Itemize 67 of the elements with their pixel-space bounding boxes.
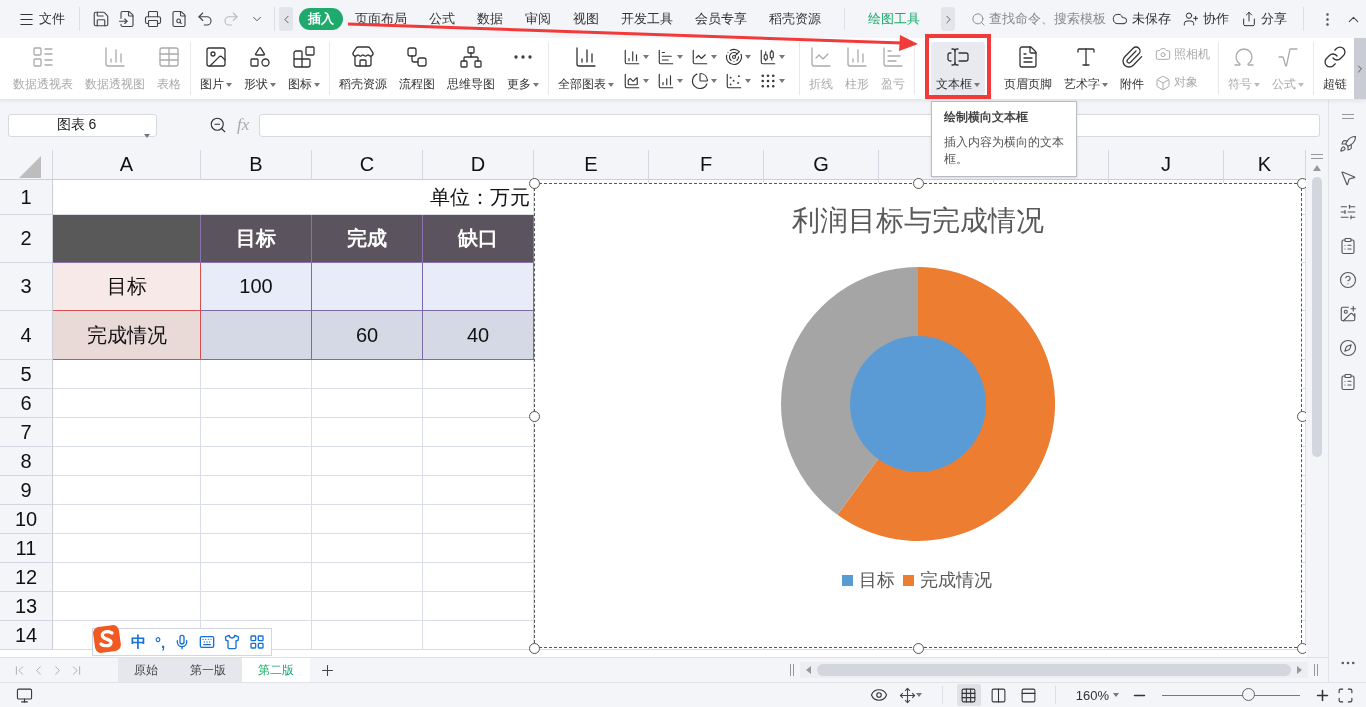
- row-header[interactable]: 2: [0, 215, 53, 263]
- column-header[interactable]: E: [534, 150, 649, 180]
- sheet-tab[interactable]: 第一版: [174, 658, 242, 682]
- ribbon-button[interactable]: 图片: [195, 42, 237, 95]
- menu-tab[interactable]: 数据: [466, 8, 513, 30]
- row-header[interactable]: 4: [0, 311, 53, 360]
- row-header[interactable]: 9: [0, 476, 53, 505]
- menu-tab[interactable]: 会员专享: [684, 8, 757, 30]
- row-header[interactable]: 12: [0, 563, 53, 592]
- table-cell: 100: [201, 263, 312, 311]
- chart-area[interactable]: 利润目标与完成情况 目标 完成情况: [534, 183, 1302, 648]
- punctuation-mode[interactable]: °,: [155, 633, 166, 651]
- ribbon-button[interactable]: 形状: [239, 42, 281, 95]
- column-header[interactable]: C: [312, 150, 423, 180]
- column-header[interactable]: F: [649, 150, 764, 180]
- column-header[interactable]: B: [201, 150, 312, 180]
- table-cell: 完成: [312, 215, 423, 263]
- menu-tab[interactable]: 稻壳资源: [758, 8, 831, 30]
- ribbon-button[interactable]: 图标: [283, 42, 325, 95]
- column-header[interactable]: A: [53, 150, 201, 180]
- column-header[interactable]: J: [1109, 150, 1224, 180]
- row-header[interactable]: 6: [0, 389, 53, 418]
- legend-label: 完成情况: [920, 569, 992, 592]
- row-header[interactable]: 10: [0, 505, 53, 534]
- input-mode[interactable]: 中: [131, 632, 146, 652]
- ribbon-button[interactable]: 流程图: [394, 42, 440, 95]
- toolbar-button[interactable]: 未保存: [1106, 7, 1177, 31]
- ribbon-button[interactable]: 全部图表: [553, 42, 619, 95]
- ribbon-button[interactable]: 页眉页脚: [999, 42, 1057, 95]
- column-header[interactable]: D: [423, 150, 534, 180]
- menu-tab[interactable]: 开发工具: [610, 8, 683, 30]
- row-header[interactable]: 14: [0, 621, 53, 650]
- toolbar-button[interactable]: 协作: [1177, 7, 1235, 31]
- ribbon-button[interactable]: 更多: [502, 42, 544, 95]
- ribbon-button[interactable]: 思维导图: [442, 42, 500, 95]
- row-header[interactable]: 13: [0, 592, 53, 621]
- chart-title: 利润目标与完成情况: [792, 204, 1044, 238]
- row-header[interactable]: 7: [0, 418, 53, 447]
- menu-tab[interactable]: 公式: [418, 8, 465, 30]
- ribbon-button[interactable]: 文本框: [931, 42, 985, 95]
- table-cell: 60: [312, 311, 423, 360]
- tooltip-text: 插入内容为横向的文本框。: [944, 134, 1064, 168]
- menu-tab[interactable]: 视图: [562, 8, 609, 30]
- legend-label: 目标: [859, 569, 895, 592]
- zoom-level[interactable]: 160%: [1075, 687, 1119, 703]
- sheet-tab[interactable]: 原始: [118, 658, 174, 682]
- column-header[interactable]: K: [1224, 150, 1306, 180]
- row-header[interactable]: 8: [0, 447, 53, 476]
- table-cell: 目标: [201, 215, 312, 263]
- column-header[interactable]: G: [764, 150, 879, 180]
- row-header[interactable]: 11: [0, 534, 53, 563]
- ribbon-button[interactable]: 艺术字: [1059, 42, 1113, 95]
- tooltip-title: 绘制横向文本框: [944, 109, 1029, 126]
- menu-tab[interactable]: 审阅: [514, 8, 561, 30]
- row-header[interactable]: 1: [0, 180, 53, 215]
- table-cell: 缺口: [423, 215, 534, 263]
- ribbon-button[interactable]: 附件: [1115, 42, 1149, 95]
- table-cell: 完成情况: [53, 311, 201, 360]
- name-box[interactable]: 图表 6: [8, 113, 157, 137]
- table-cell: 目标: [53, 263, 201, 311]
- row-header[interactable]: 3: [0, 263, 53, 311]
- file-menu[interactable]: 文件: [12, 7, 71, 31]
- ribbon-button[interactable]: 超链: [1318, 42, 1352, 95]
- table-cell: 40: [423, 311, 534, 360]
- toolbar-button[interactable]: 分享: [1235, 7, 1293, 31]
- ribbon-button[interactable]: 稻壳资源: [334, 42, 392, 95]
- row-header[interactable]: 5: [0, 360, 53, 389]
